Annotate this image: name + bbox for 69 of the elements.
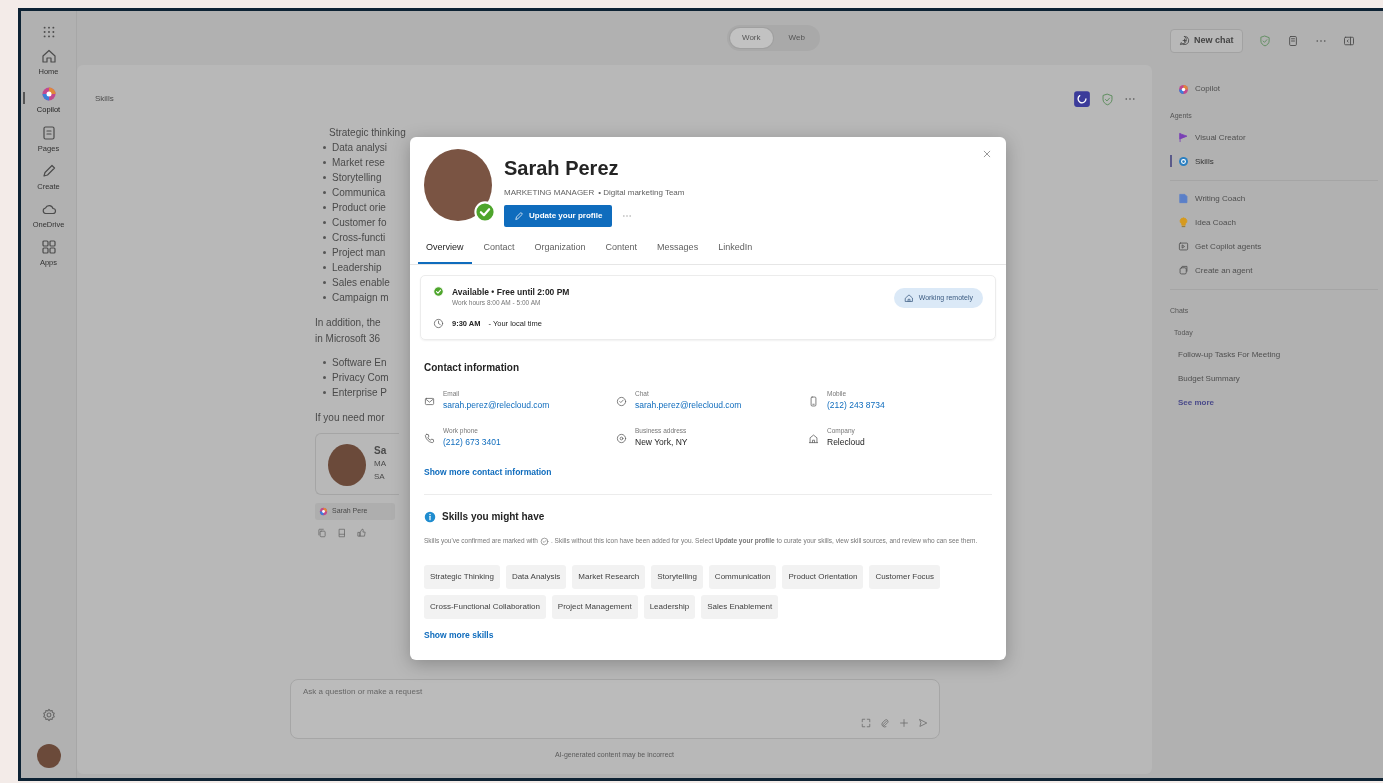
job-title: MARKETING MANAGER	[504, 187, 595, 199]
mode-option[interactable]: Web	[776, 28, 817, 48]
person-card[interactable]: Sa MA SA	[315, 433, 399, 495]
skill-tag[interactable]: Cross-Functional Collaboration	[424, 595, 546, 620]
section-heading: Contact information	[424, 361, 520, 376]
chat-history-item[interactable]: Follow-up Tasks For Meeting	[1170, 342, 1378, 367]
list-item-text: Campaign m	[332, 291, 389, 305]
list-item-text: Storytelling	[332, 171, 382, 185]
update-profile-button[interactable]: Update your profile	[504, 205, 613, 227]
list-item-text: Strategic thinking	[329, 126, 406, 140]
list-item-text: Leadership	[332, 261, 382, 275]
field-link[interactable]: (212) 673 3401	[443, 435, 501, 449]
profile-tab[interactable]: Content	[597, 237, 646, 264]
sidebar-item[interactable]: Get Copilot agents	[1170, 234, 1378, 259]
list-item-text: Customer fo	[332, 216, 387, 230]
see-more-link[interactable]: See more	[1170, 390, 1378, 415]
profile-tab[interactable]: Organization	[526, 237, 594, 264]
show-more-link[interactable]: Show more contact information	[424, 466, 552, 479]
team-name: • Digital marketing Team	[598, 187, 685, 199]
skill-tag[interactable]: Product Orientation	[782, 565, 864, 590]
list-item-text: Software En	[332, 356, 387, 370]
mode-option[interactable]: Work	[730, 28, 773, 48]
field-link[interactable]: sarah.perez@relecloud.com	[443, 399, 550, 412]
sidebar-item[interactable]: Skills	[1170, 149, 1378, 174]
skill-tag[interactable]: Customer Focus	[869, 565, 941, 590]
person-card-text: SA	[374, 471, 386, 483]
profile-tab[interactable]: LinkedIn	[710, 237, 761, 264]
paragraph-text: in Microsoft 36	[315, 332, 382, 346]
skill-tag[interactable]: Project Management	[551, 595, 638, 620]
section-heading: Skills you might have	[442, 510, 545, 525]
field-link[interactable]: (212) 243 8734	[827, 399, 885, 412]
availability-status: Available • Free until 2:00 PM	[452, 285, 570, 299]
sidebar-item[interactable]: Create an agent	[1170, 258, 1378, 283]
profile-tab[interactable]: Messages	[649, 237, 707, 264]
skill-tag[interactable]: Storytelling	[651, 565, 703, 590]
sidebar-item[interactable]: Writing Coach	[1170, 186, 1378, 211]
skill-tag[interactable]: Leadership	[643, 595, 696, 620]
chat-history-item[interactable]: Budget Summary	[1170, 366, 1378, 391]
chat-input[interactable]: Ask a question or make a request	[290, 678, 940, 739]
field-value: New York, NY	[635, 435, 688, 449]
sidebar-item[interactable]: Copilot	[1170, 77, 1378, 101]
person-card-text: MA	[374, 458, 387, 470]
paragraph-text: If you need mor	[315, 411, 386, 425]
skill-tag[interactable]: Data Analysis	[505, 565, 567, 590]
chat-title: Skills	[95, 93, 114, 105]
profile-tab[interactable]: Contact	[475, 237, 523, 264]
person-card-text: Sa	[374, 444, 387, 457]
show-more-link[interactable]: Show more skills	[424, 629, 494, 642]
list-item-text: Data analysi	[332, 141, 388, 155]
skill-tag[interactable]: Sales Enablement	[701, 595, 779, 620]
new-chat-button[interactable]: New chat	[1170, 29, 1243, 53]
field-link[interactable]: sarah.perez@relecloud.com	[635, 399, 742, 412]
list-item-text: Market rese	[332, 156, 385, 170]
list-item-text: Project man	[332, 246, 386, 260]
list-item-text: Communica	[332, 186, 386, 200]
skill-tag[interactable]: Market Research	[572, 565, 646, 590]
field-value: Relecloud	[827, 435, 865, 449]
skill-tag[interactable]: Communication	[708, 565, 777, 590]
list-item-text: Cross-functi	[332, 231, 386, 245]
profile-tab[interactable]: Overview	[418, 237, 472, 264]
list-item-text: Privacy Com	[332, 371, 389, 385]
list-item-text: Enterprise P	[332, 386, 388, 400]
list-item-text: Sales enable	[332, 276, 390, 290]
person-name: Sarah Perez	[504, 156, 620, 181]
paragraph-text: In addition, the	[315, 316, 382, 330]
list-item-text: Product orie	[332, 201, 386, 215]
sidebar-item[interactable]: Visual Creator	[1170, 125, 1378, 150]
sidebar-item[interactable]: Idea Coach	[1170, 210, 1378, 235]
skill-tag[interactable]: Strategic Thinking	[424, 565, 500, 590]
